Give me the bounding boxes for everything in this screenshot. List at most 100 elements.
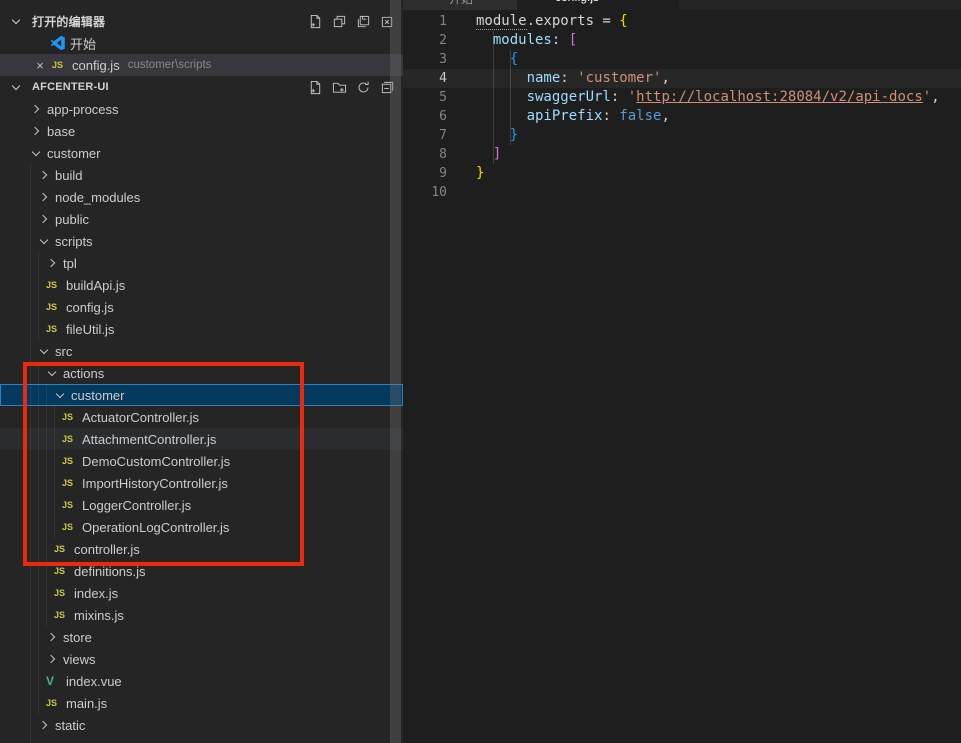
tree-item-main-js[interactable]: JSmain.js xyxy=(0,692,403,714)
tree-item-store[interactable]: store xyxy=(0,626,403,648)
code-line: 7 } xyxy=(403,126,961,145)
save-all-icon[interactable] xyxy=(355,13,371,29)
code-editor[interactable]: 开始 config.js 1module.exports = {2 module… xyxy=(403,0,961,743)
code-line: 9} xyxy=(403,164,961,183)
tree-item-label: OperationLogController.js xyxy=(82,520,229,535)
js-file-icon: JS xyxy=(46,302,63,312)
tab-config-js[interactable]: config.js xyxy=(517,0,679,10)
tree-item-config-js[interactable]: JSconfig.js xyxy=(0,296,403,318)
tree-item-fileutil-js[interactable]: JSfileUtil.js xyxy=(0,318,403,340)
indent-guide xyxy=(30,692,38,714)
open-editor-label: 开始 xyxy=(70,34,96,53)
line-number: 7 xyxy=(403,126,447,145)
indent-guide xyxy=(38,516,46,538)
tree-item-label: app-process xyxy=(47,102,119,117)
chevron-right-icon xyxy=(38,719,50,731)
js-file-icon: JS xyxy=(62,412,79,422)
tree-item-scripts[interactable]: scripts xyxy=(0,230,403,252)
indent-guide xyxy=(38,692,46,714)
explorer-section-header[interactable]: AFCENTER-UI xyxy=(0,76,403,98)
tree-item-customer[interactable]: customer xyxy=(0,384,403,406)
indent-guide xyxy=(38,472,46,494)
tree-item-label: customer xyxy=(71,388,124,403)
indent-guide xyxy=(38,560,46,582)
tree-item-actions[interactable]: actions xyxy=(0,362,403,384)
tree-item-label: mixins.js xyxy=(74,608,124,623)
chevron-right-icon xyxy=(46,653,58,665)
tree-item-index-vue[interactable]: Vindex.vue xyxy=(0,670,403,692)
line-number: 5 xyxy=(403,88,447,107)
tree-item-customer[interactable]: customer xyxy=(0,142,403,164)
open-editor-label: config.js xyxy=(72,58,120,73)
tree-item-tpl[interactable]: tpl xyxy=(0,252,403,274)
open-editor-path: customer\scripts xyxy=(128,59,212,71)
tree-item-src[interactable]: src xyxy=(0,340,403,362)
tree-item-label: static xyxy=(55,718,85,733)
tree-item-static[interactable]: static xyxy=(0,714,403,736)
tree-item-node-modules[interactable]: node_modules xyxy=(0,186,403,208)
tree-item-label: actions xyxy=(63,366,104,381)
code-line: 6 apiPrefix: false, xyxy=(403,107,961,126)
tree-item-base[interactable]: base xyxy=(0,120,403,142)
code-token: ' xyxy=(923,89,931,105)
tree-item-build[interactable]: build xyxy=(0,164,403,186)
js-file-icon: JS xyxy=(54,566,71,576)
tree-item-label: store xyxy=(63,630,92,645)
indent-guide xyxy=(46,450,54,472)
indent-guide xyxy=(38,296,46,318)
sidebar-scrollbar[interactable] xyxy=(390,0,401,743)
new-folder-icon[interactable] xyxy=(331,79,347,95)
js-file-icon: JS xyxy=(46,280,63,290)
indent-guide xyxy=(30,604,38,626)
indent-guide xyxy=(54,428,62,450)
close-icon[interactable]: × xyxy=(32,58,48,73)
indent-guide xyxy=(38,582,46,604)
code-token: modules xyxy=(493,32,552,48)
new-file-icon[interactable] xyxy=(307,13,323,29)
js-file-icon: JS xyxy=(54,544,71,554)
code-token: , xyxy=(661,108,669,124)
tree-item-controller-js[interactable]: JScontroller.js xyxy=(0,538,403,560)
indent-guide xyxy=(46,472,54,494)
tree-item-index-js[interactable]: JSindex.js xyxy=(0,582,403,604)
tree-item-definitions-js[interactable]: JSdefinitions.js xyxy=(0,560,403,582)
tree-item-views[interactable]: views xyxy=(0,648,403,670)
new-file-icon[interactable] xyxy=(307,79,323,95)
indent-guide xyxy=(30,230,38,252)
code-token: ' xyxy=(628,89,636,105)
line-number: 3 xyxy=(403,50,447,69)
indent-guide xyxy=(30,208,38,230)
tree-item-operationlogcontroller-js[interactable]: JSOperationLogController.js xyxy=(0,516,403,538)
indent-guide xyxy=(30,538,38,560)
code-token xyxy=(476,127,510,143)
code-line-text: } xyxy=(447,126,518,145)
code-line: 1module.exports = { xyxy=(403,12,961,31)
tree-item[interactable]: JS xyxy=(0,736,403,743)
tree-item-buildapi-js[interactable]: JSbuildApi.js xyxy=(0,274,403,296)
open-editor-item[interactable]: ×JSconfig.jscustomer\scripts xyxy=(0,54,403,76)
tree-item-public[interactable]: public xyxy=(0,208,403,230)
open-editors-header[interactable]: 打开的编辑器 xyxy=(0,10,403,32)
tree-item-loggercontroller-js[interactable]: JSLoggerController.js xyxy=(0,494,403,516)
tree-item-attachmentcontroller-js[interactable]: JSAttachmentController.js xyxy=(0,428,403,450)
tab-label: config.js xyxy=(555,0,599,4)
editor-layout-icon[interactable] xyxy=(331,13,347,29)
tab-start[interactable]: 开始 xyxy=(403,0,517,10)
tree-item-label: customer xyxy=(47,146,100,161)
indent-guide xyxy=(38,648,46,670)
indent-guide xyxy=(38,626,46,648)
open-editor-item[interactable]: 开始 xyxy=(0,32,403,54)
code-area[interactable]: 1module.exports = {2 modules: [3 {4 name… xyxy=(403,10,961,202)
tree-item-label: tpl xyxy=(63,256,77,271)
tree-item-actuatorcontroller-js[interactable]: JSActuatorController.js xyxy=(0,406,403,428)
tree-item-mixins-js[interactable]: JSmixins.js xyxy=(0,604,403,626)
tree-item-app-process[interactable]: app-process xyxy=(0,98,403,120)
tree-item-importhistorycontroller-js[interactable]: JSImportHistoryController.js xyxy=(0,472,403,494)
code-line-text: { xyxy=(447,50,518,69)
indent-guide xyxy=(30,296,38,318)
refresh-icon[interactable] xyxy=(355,79,371,95)
tree-item-democustomcontroller-js[interactable]: JSDemoCustomController.js xyxy=(0,450,403,472)
code-token: swaggerUrl xyxy=(527,89,611,105)
indent-guide xyxy=(38,604,46,626)
js-file-icon: JS xyxy=(62,456,79,466)
